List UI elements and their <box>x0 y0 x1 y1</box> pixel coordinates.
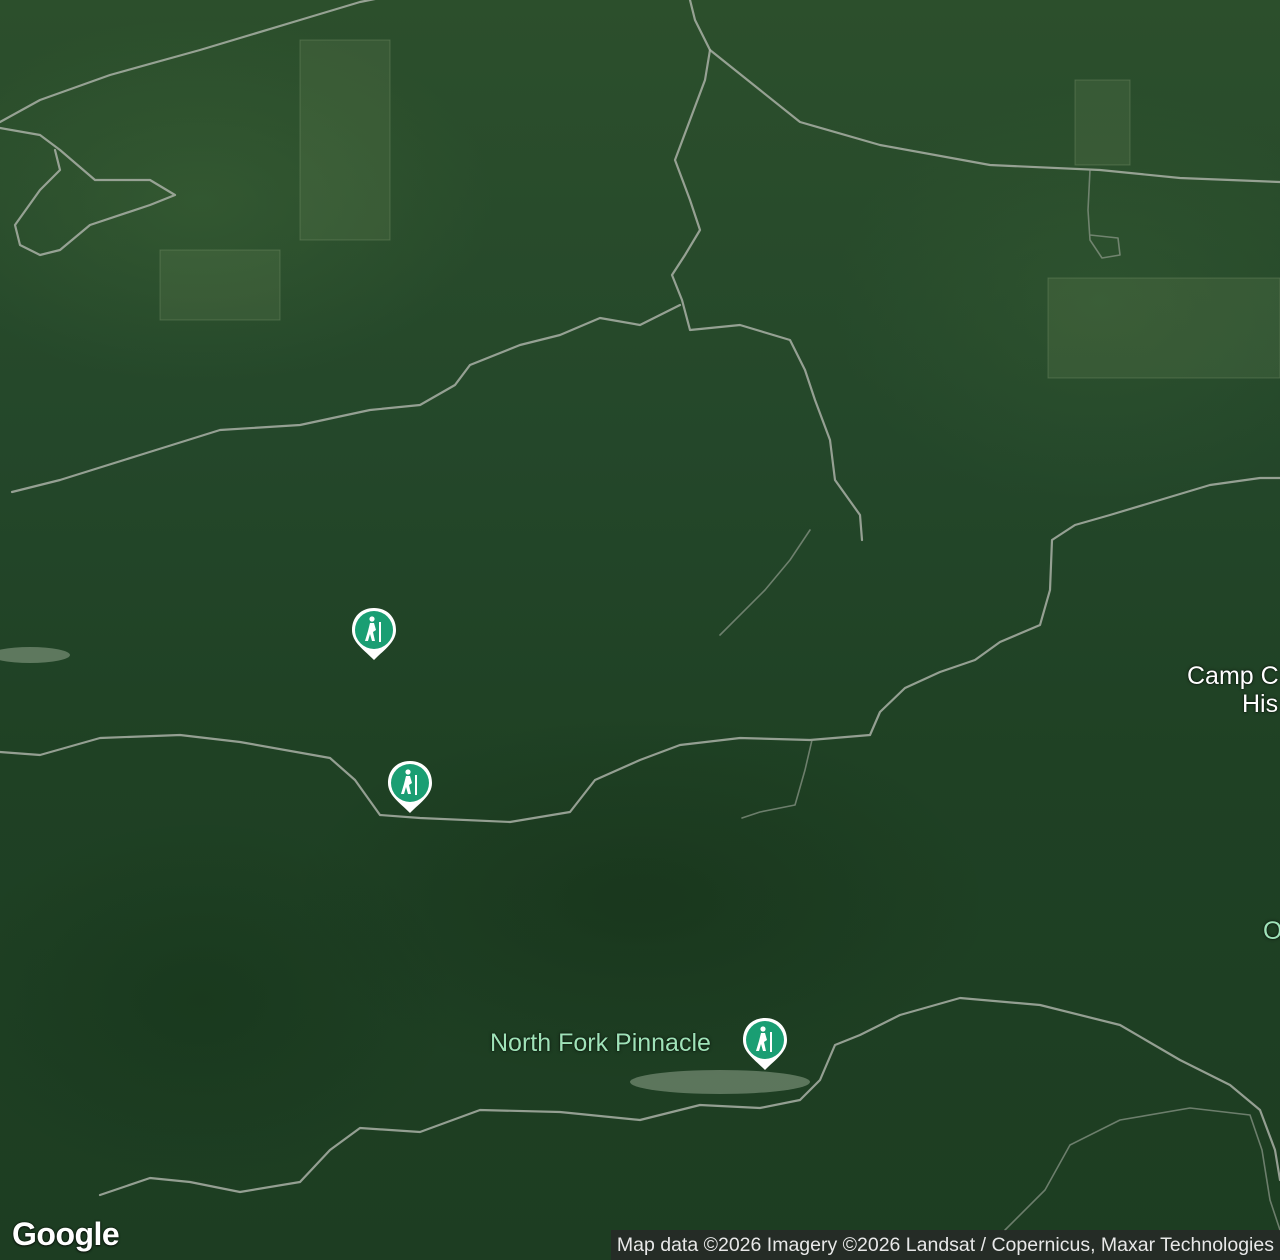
road <box>670 48 864 542</box>
hiking-icon <box>743 1018 787 1070</box>
place-label-camp[interactable]: Camp C <box>1187 663 1279 690</box>
trail <box>719 529 811 636</box>
trail <box>741 739 813 819</box>
rock-clearing <box>0 647 70 663</box>
place-label-camp-line2[interactable]: His <box>1242 691 1278 718</box>
road <box>98 996 1280 1197</box>
field-parcel <box>159 249 281 321</box>
road <box>688 0 1280 184</box>
satellite-map[interactable]: North Fork Pinnacle Camp C His O Google … <box>0 0 1280 1260</box>
hiking-pin[interactable] <box>350 606 398 662</box>
terrain-layer <box>0 0 1280 1231</box>
hiking-pin[interactable] <box>386 759 434 815</box>
hiking-pin-north-fork-pinnacle[interactable] <box>741 1016 789 1072</box>
place-label-partial[interactable]: O <box>1263 918 1280 945</box>
field-parcel <box>1047 277 1280 379</box>
road <box>0 476 1280 824</box>
road <box>0 126 177 257</box>
road <box>1087 169 1121 259</box>
hiking-icon <box>352 608 396 660</box>
place-label-north-fork-pinnacle[interactable]: North Fork Pinnacle <box>490 1029 711 1058</box>
google-logo: Google <box>12 1216 120 1252</box>
field-parcel <box>299 39 391 241</box>
hiking-icon <box>388 761 432 813</box>
road <box>1004 1107 1280 1231</box>
rock-clearing <box>630 1070 810 1094</box>
field-parcel <box>1074 79 1131 166</box>
road <box>10 303 682 494</box>
map-attribution: Map data ©2026 Imagery ©2026 Landsat / C… <box>610 1230 1280 1260</box>
